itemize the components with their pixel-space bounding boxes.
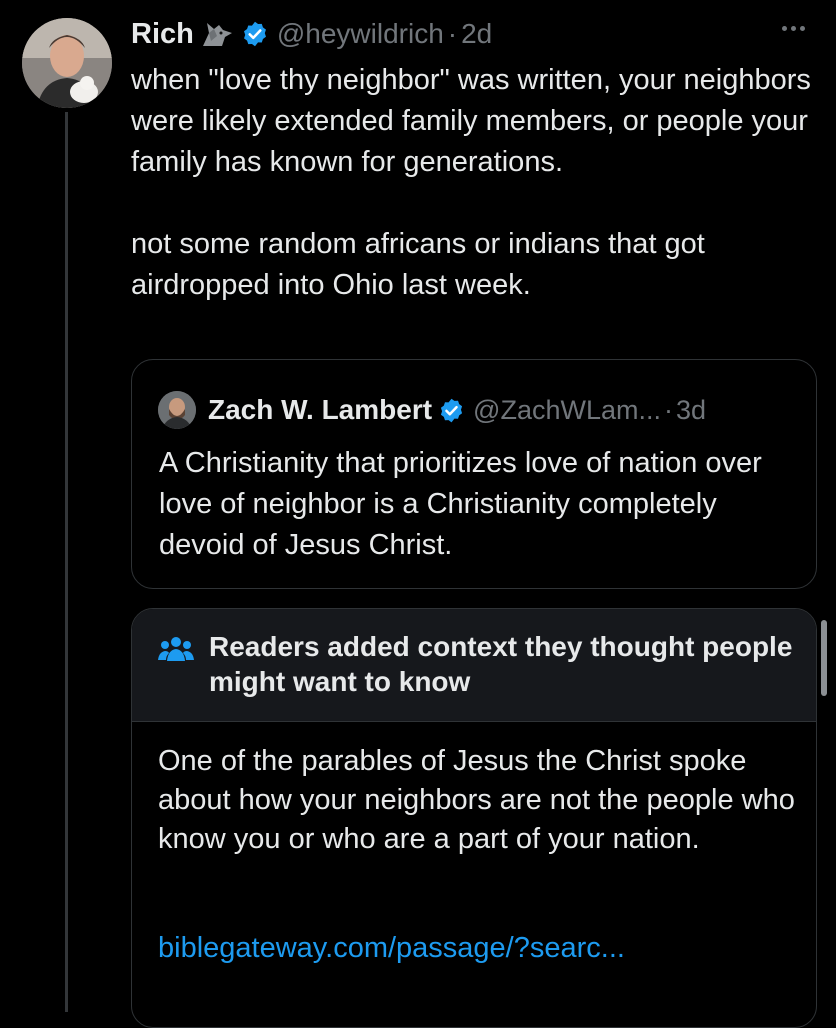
- community-note[interactable]: Readers added context they thought peopl…: [131, 608, 817, 1028]
- people-icon: [158, 635, 194, 670]
- community-note-title: Readers added context they thought peopl…: [209, 631, 793, 697]
- quote-header: Zach W. Lambert @ZachWLam... · 3d: [158, 390, 706, 430]
- quote-avatar: [158, 391, 196, 429]
- quote-time[interactable]: 3d: [676, 395, 706, 426]
- tweet-time[interactable]: 2d: [461, 18, 492, 50]
- separator-dot: ·: [664, 394, 673, 425]
- thread-line: [65, 112, 68, 1012]
- wolf-icon: [201, 19, 235, 49]
- quote-author-handle[interactable]: @ZachWLam...: [473, 395, 661, 426]
- author-name[interactable]: Rich: [131, 18, 194, 51]
- avatar[interactable]: [22, 18, 112, 108]
- verified-badge-icon: [438, 397, 465, 424]
- more-dot: [791, 26, 796, 31]
- tweet-header: Rich @heywildrich · 2d: [131, 14, 492, 54]
- community-note-header: Readers added context they thought peopl…: [132, 609, 816, 722]
- more-dot: [800, 26, 805, 31]
- community-note-text: One of the parables of Jesus the Christ …: [158, 745, 795, 855]
- more-options-icon[interactable]: [782, 26, 805, 31]
- avatar-photo: [22, 18, 112, 108]
- quote-author-name[interactable]: Zach W. Lambert: [208, 394, 432, 426]
- community-note-link[interactable]: biblegateway.com/passage/?searc...: [158, 929, 625, 968]
- quoted-tweet[interactable]: Zach W. Lambert @ZachWLam... · 3d A Chri…: [131, 359, 817, 589]
- more-dot: [782, 26, 787, 31]
- author-handle[interactable]: @heywildrich: [277, 18, 444, 50]
- tweet-text: when "love thy neighbor" was written, yo…: [131, 64, 811, 301]
- separator-dot: ·: [447, 18, 458, 49]
- verified-badge-icon: [241, 20, 269, 48]
- quote-text: A Christianity that prioritizes love of …: [159, 447, 762, 561]
- scrollbar[interactable]: [821, 620, 827, 696]
